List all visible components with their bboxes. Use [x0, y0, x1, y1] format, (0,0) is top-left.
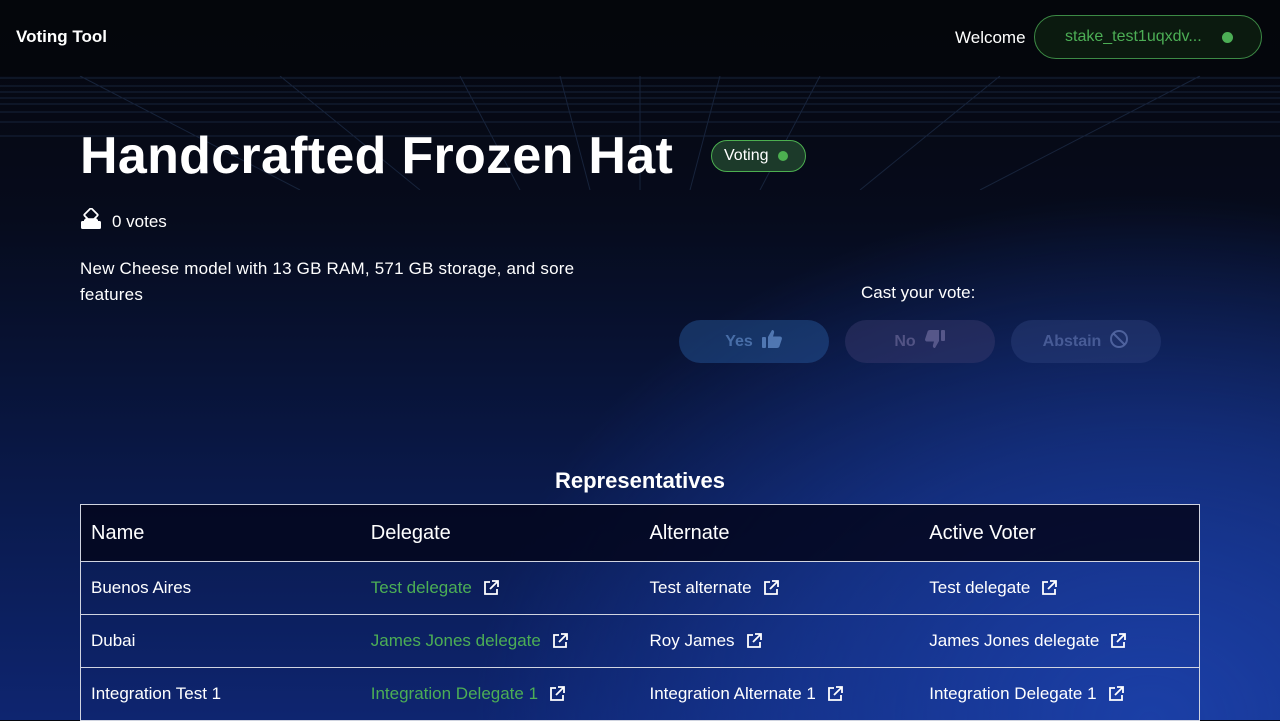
- representatives-table: Name Delegate Alternate Active Voter Bue…: [80, 504, 1200, 721]
- active-voter-link[interactable]: Test delegate: [929, 578, 1030, 598]
- cell-delegate[interactable]: James Jones delegate: [361, 631, 640, 651]
- app-title[interactable]: Voting Tool: [16, 27, 107, 47]
- top-bar: Voting Tool Welcome stake_test1uqxdv...: [0, 0, 1280, 76]
- proposal-title: Handcrafted Frozen Hat: [80, 127, 674, 185]
- wallet-button[interactable]: stake_test1uqxdv...: [1034, 15, 1262, 59]
- delegate-link[interactable]: James Jones delegate: [371, 631, 541, 651]
- cast-vote-label: Cast your vote:: [861, 283, 976, 302]
- external-link-icon[interactable]: [1040, 579, 1058, 597]
- proposal-description: New Cheese model with 13 GB RAM, 571 GB …: [80, 259, 575, 304]
- external-link-icon[interactable]: [1109, 632, 1127, 650]
- cell-name: Integration Test 1: [91, 684, 222, 703]
- cell-name: Dubai: [91, 631, 136, 650]
- table-row: Dubai James Jones delegate Roy James Jam…: [81, 615, 1199, 668]
- active-voter-link[interactable]: James Jones delegate: [929, 631, 1099, 651]
- cell-active-voter[interactable]: James Jones delegate: [919, 631, 1199, 651]
- table-header: Name Delegate Alternate Active Voter: [81, 505, 1199, 562]
- cell-alternate[interactable]: Integration Alternate 1: [640, 684, 920, 704]
- representatives-heading: Representatives: [555, 468, 725, 493]
- external-link-icon[interactable]: [762, 579, 780, 597]
- external-link-icon[interactable]: [482, 579, 500, 597]
- vote-yes-button[interactable]: Yes: [679, 320, 829, 363]
- ballot-box-icon: [80, 207, 102, 235]
- cell-delegate[interactable]: Integration Delegate 1: [361, 684, 640, 704]
- vote-abstain-label: Abstain: [1042, 332, 1102, 350]
- column-header-alternate: Alternate: [649, 521, 730, 544]
- ban-icon: [1101, 329, 1129, 354]
- votes-count-label: 0 votes: [112, 211, 167, 231]
- external-link-icon[interactable]: [826, 685, 844, 703]
- cell-delegate[interactable]: Test delegate: [361, 578, 640, 598]
- status-label: Voting: [724, 147, 769, 164]
- table-row: Integration Test 1 Integration Delegate …: [81, 668, 1199, 721]
- vote-no-label: No: [894, 332, 916, 350]
- status-badge: Voting: [711, 140, 806, 172]
- table-row: Buenos Aires Test delegate Test alternat…: [81, 562, 1199, 615]
- delegate-link[interactable]: Test delegate: [371, 578, 472, 598]
- external-link-icon[interactable]: [551, 632, 569, 650]
- vote-count: 0 votes: [80, 207, 167, 235]
- thumbs-up-icon: [753, 329, 783, 354]
- external-link-icon[interactable]: [548, 685, 566, 703]
- alternate-link[interactable]: Test alternate: [650, 578, 752, 598]
- active-voter-link[interactable]: Integration Delegate 1: [929, 684, 1096, 704]
- delegate-link[interactable]: Integration Delegate 1: [371, 684, 538, 704]
- vote-yes-label: Yes: [725, 332, 753, 350]
- column-header-delegate: Delegate: [370, 521, 451, 544]
- welcome-label: Welcome: [955, 28, 1026, 47]
- cell-name: Buenos Aires: [91, 578, 192, 597]
- connected-status-dot: [1222, 31, 1233, 43]
- external-link-icon[interactable]: [1107, 685, 1125, 703]
- alternate-link[interactable]: Roy James: [650, 631, 735, 651]
- external-link-icon[interactable]: [745, 632, 763, 650]
- wallet-address: stake_test1uqxdv...: [1065, 28, 1202, 45]
- cell-alternate[interactable]: Roy James: [640, 631, 920, 651]
- alternate-link[interactable]: Integration Alternate 1: [650, 684, 816, 704]
- cell-active-voter[interactable]: Test delegate: [919, 578, 1199, 598]
- thumbs-down-icon: [916, 329, 946, 354]
- status-dot: [778, 151, 789, 161]
- vote-abstain-button[interactable]: Abstain: [1011, 320, 1161, 363]
- cell-active-voter[interactable]: Integration Delegate 1: [919, 684, 1199, 704]
- column-header-active-voter: Active Voter: [929, 521, 1036, 544]
- column-header-name: Name: [91, 521, 145, 544]
- cell-alternate[interactable]: Test alternate: [640, 578, 920, 598]
- vote-no-button[interactable]: No: [845, 320, 995, 363]
